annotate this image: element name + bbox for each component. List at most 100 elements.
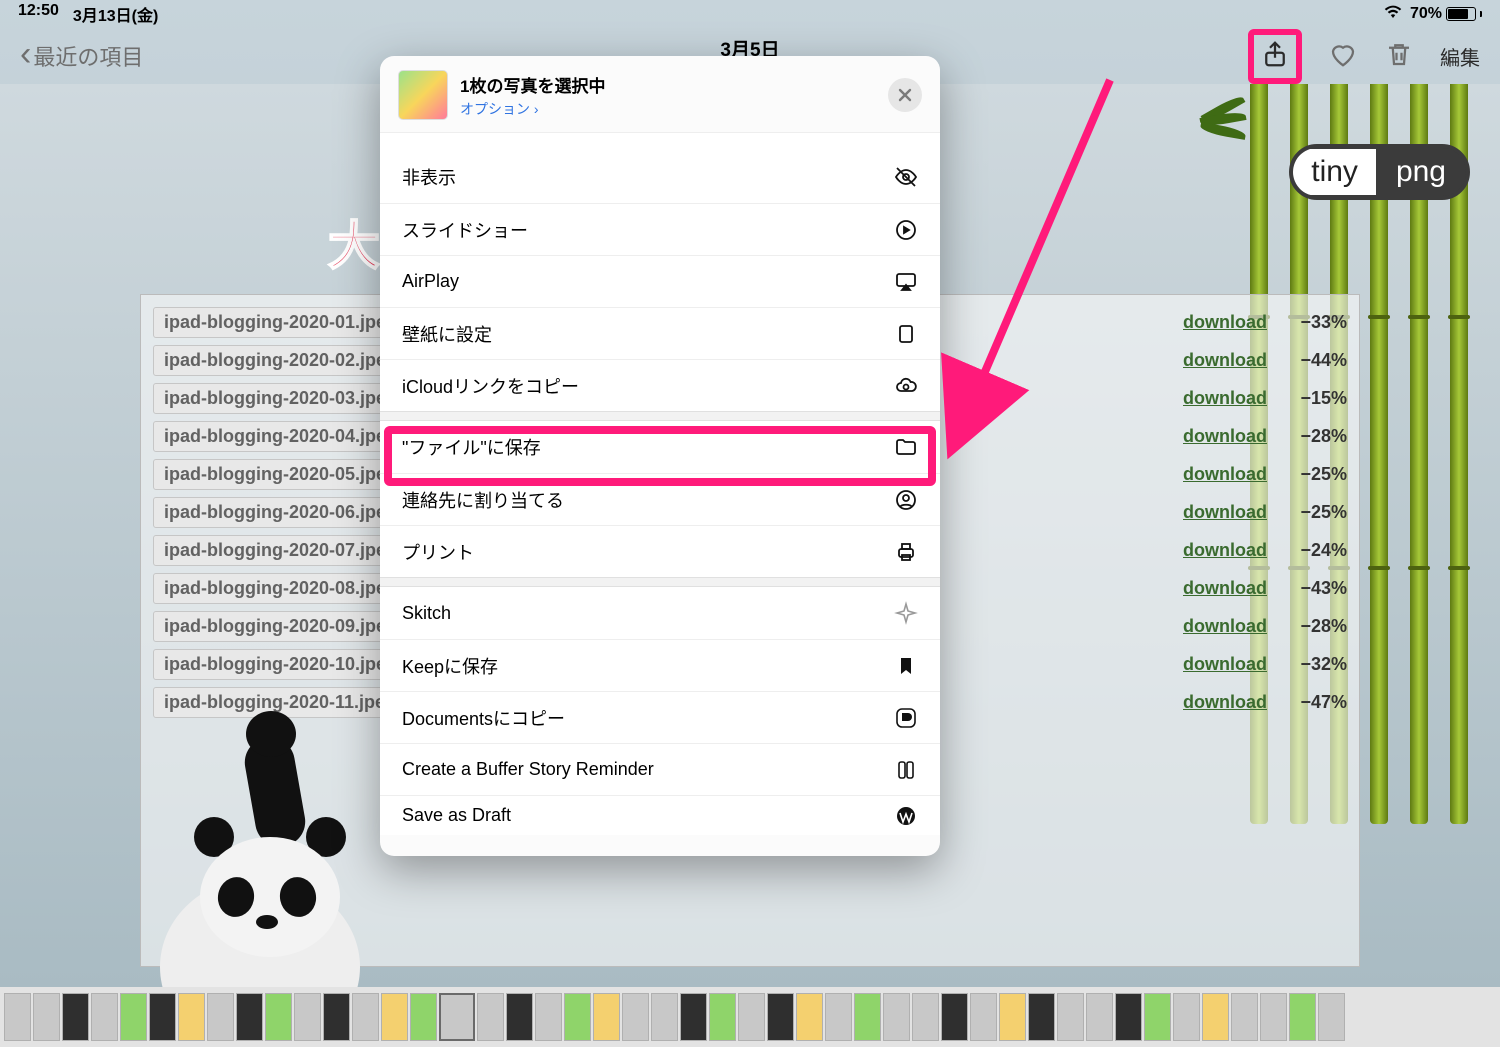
- thumb-item[interactable]: [1260, 993, 1287, 1041]
- options-link[interactable]: オプション ›: [460, 99, 605, 119]
- thumb-item[interactable]: [564, 993, 591, 1041]
- thumb-item[interactable]: [506, 993, 533, 1041]
- thumb-item[interactable]: [1086, 993, 1113, 1041]
- chevron-left-icon: [20, 39, 31, 73]
- compression-pct: −25%: [1287, 464, 1347, 485]
- thumb-item[interactable]: [294, 993, 321, 1041]
- thumbnail-strip[interactable]: [0, 987, 1500, 1047]
- favorite-button[interactable]: [1328, 39, 1358, 74]
- download-link[interactable]: download: [1183, 502, 1267, 523]
- share-button[interactable]: [1248, 29, 1302, 84]
- thumb-item[interactable]: [709, 993, 736, 1041]
- thumb-item[interactable]: [622, 993, 649, 1041]
- thumb-item[interactable]: [149, 993, 176, 1041]
- action-set-wallpaper[interactable]: 壁紙に設定: [380, 307, 940, 359]
- thumb-item[interactable]: [941, 993, 968, 1041]
- thumb-item[interactable]: [178, 993, 205, 1041]
- thumb-item[interactable]: [912, 993, 939, 1041]
- thumb-item[interactable]: [236, 993, 263, 1041]
- thumb-item[interactable]: [352, 993, 379, 1041]
- thumb-item[interactable]: [381, 993, 408, 1041]
- thumb-item[interactable]: [1173, 993, 1200, 1041]
- thumb-item[interactable]: [323, 993, 350, 1041]
- thumb-item[interactable]: [1202, 993, 1229, 1041]
- thumb-item[interactable]: [680, 993, 707, 1041]
- file-name: ipad-blogging-2020-01.jpeg: [153, 307, 408, 338]
- thumb-item[interactable]: [1028, 993, 1055, 1041]
- documents-app-icon: [894, 706, 918, 730]
- thumb-item[interactable]: [1318, 993, 1345, 1041]
- action-buffer-reminder[interactable]: Create a Buffer Story Reminder: [380, 743, 940, 795]
- action-save-as-draft[interactable]: Save as Draft: [380, 795, 940, 835]
- compression-pct: −47%: [1287, 692, 1347, 713]
- thumb-item[interactable]: [477, 993, 504, 1041]
- thumb-item[interactable]: [796, 993, 823, 1041]
- thumb-item[interactable]: [593, 993, 620, 1041]
- thumb-item-selected[interactable]: [439, 993, 475, 1041]
- thumb-item[interactable]: [410, 993, 437, 1041]
- thumb-item[interactable]: [265, 993, 292, 1041]
- action-airplay[interactable]: AirPlay: [380, 255, 940, 307]
- download-link[interactable]: download: [1183, 540, 1267, 561]
- action-copy-to-documents[interactable]: Documentsにコピー: [380, 691, 940, 743]
- action-print[interactable]: プリント: [380, 525, 940, 577]
- thumb-item[interactable]: [1057, 993, 1084, 1041]
- thumb-item[interactable]: [767, 993, 794, 1041]
- compression-pct: −15%: [1287, 388, 1347, 409]
- download-link[interactable]: download: [1183, 350, 1267, 371]
- thumb-item[interactable]: [62, 993, 89, 1041]
- close-button[interactable]: [888, 78, 922, 112]
- download-link[interactable]: download: [1183, 312, 1267, 333]
- compression-pct: −28%: [1287, 616, 1347, 637]
- download-link[interactable]: download: [1183, 426, 1267, 447]
- battery-indicator: 70%: [1410, 5, 1482, 23]
- thumb-item[interactable]: [883, 993, 910, 1041]
- buffer-icon: [894, 758, 918, 782]
- thumb-item[interactable]: [33, 993, 60, 1041]
- thumb-item[interactable]: [1289, 993, 1316, 1041]
- thumb-item[interactable]: [1144, 993, 1171, 1041]
- thumb-item[interactable]: [120, 993, 147, 1041]
- download-link[interactable]: download: [1183, 388, 1267, 409]
- wordpress-icon: [894, 804, 918, 828]
- edit-button[interactable]: 編集: [1440, 42, 1480, 71]
- action-hide[interactable]: 非表示: [380, 151, 940, 203]
- status-date: 3月13日(金): [73, 2, 158, 26]
- action-keep-save[interactable]: Keepに保存: [380, 639, 940, 691]
- thumb-item[interactable]: [999, 993, 1026, 1041]
- action-assign-to-contact[interactable]: 連絡先に割り当てる: [380, 473, 940, 525]
- action-skitch[interactable]: Skitch: [380, 587, 940, 639]
- trash-button[interactable]: [1384, 39, 1414, 74]
- action-slideshow[interactable]: スライドショー: [380, 203, 940, 255]
- thumb-item[interactable]: [651, 993, 678, 1041]
- action-save-to-files[interactable]: "ファイル"に保存: [380, 421, 940, 473]
- thumb-item[interactable]: [738, 993, 765, 1041]
- thumb-item[interactable]: [4, 993, 31, 1041]
- thumb-item[interactable]: [1231, 993, 1258, 1041]
- download-link[interactable]: download: [1183, 578, 1267, 599]
- thumb-item[interactable]: [970, 993, 997, 1041]
- action-copy-icloud-link[interactable]: iCloudリンクをコピー: [380, 359, 940, 411]
- compression-pct: −25%: [1287, 502, 1347, 523]
- file-name: ipad-blogging-2020-04.jpeg: [153, 421, 408, 452]
- thumb-item[interactable]: [1115, 993, 1142, 1041]
- download-link[interactable]: download: [1183, 692, 1267, 713]
- file-name: ipad-blogging-2020-02.jpeg: [153, 345, 408, 376]
- download-link[interactable]: download: [1183, 464, 1267, 485]
- compression-pct: −24%: [1287, 540, 1347, 561]
- file-name: ipad-blogging-2020-09.jpeg: [153, 611, 408, 642]
- thumb-item[interactable]: [854, 993, 881, 1041]
- file-name: ipad-blogging-2020-06.jpeg: [153, 497, 408, 528]
- thumb-item[interactable]: [91, 993, 118, 1041]
- download-link[interactable]: download: [1183, 616, 1267, 637]
- download-link[interactable]: download: [1183, 654, 1267, 675]
- selection-thumbnail: [398, 70, 448, 120]
- file-name: ipad-blogging-2020-05.jpeg: [153, 459, 408, 490]
- back-button[interactable]: 最近の項目: [20, 39, 143, 73]
- eye-off-icon: [894, 165, 918, 189]
- thumb-item[interactable]: [207, 993, 234, 1041]
- rect-icon: [894, 322, 918, 346]
- thumb-item[interactable]: [535, 993, 562, 1041]
- thumb-item[interactable]: [825, 993, 852, 1041]
- tinypng-logo: tiny png: [1289, 144, 1470, 200]
